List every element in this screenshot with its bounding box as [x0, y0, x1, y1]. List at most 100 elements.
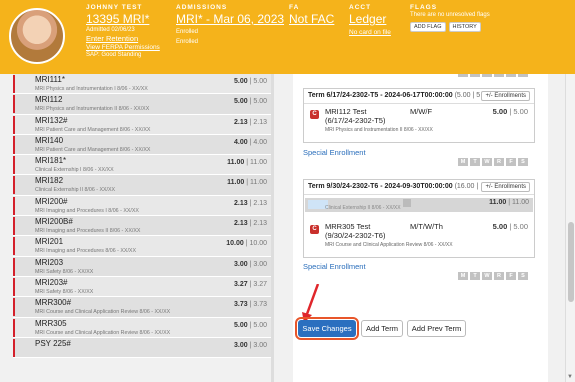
day-toggle[interactable]: F: [506, 272, 516, 280]
credits-earned: 5.00: [492, 222, 508, 231]
term-1-enrollments-button[interactable]: +/- Enrollments: [481, 91, 530, 101]
dragged-course-credits: 11.00 | 11.00: [489, 199, 529, 206]
course-sub: MRI Physics and Instrumentation II 8/06 …: [35, 106, 150, 113]
course-row[interactable]: MRR305 MRI Course and Clinical Applicatio…: [13, 317, 271, 338]
sap-status: SAP: Good Standing: [86, 52, 142, 58]
course-sub: MRI Course and Clinical Application Revi…: [35, 329, 171, 336]
credits-earned: 5.00: [234, 78, 248, 85]
course-sub: MRI Imaging and Procedures II 8/06 - XX/…: [35, 228, 141, 235]
special-enrollment-link-1[interactable]: Special Enrollment: [303, 148, 366, 157]
course-credits: 11.00 | 11.00: [227, 179, 267, 187]
day-toggle[interactable]: S: [518, 158, 528, 166]
scroll-down-icon[interactable]: ▼: [567, 374, 573, 380]
no-card-link[interactable]: No card on file: [349, 29, 391, 36]
credits-total: 3.00: [253, 341, 267, 349]
add-prev-term-button[interactable]: Add Prev Term: [407, 320, 466, 337]
page-scrollbar[interactable]: ▼: [565, 74, 575, 382]
scrollbar-thumb[interactable]: [568, 222, 574, 302]
student-id-link[interactable]: 13395 MRI*: [86, 12, 160, 26]
course-row[interactable]: MRI203# MRI Safety 8/06 - XX/XX 3.27 | 3.2…: [13, 276, 271, 298]
course-row[interactable]: MRI182 Clinical Externship II 8/06 - XX/X…: [13, 175, 271, 196]
course-row[interactable]: MRI140 MRI Patient Care and Management 8/…: [13, 134, 271, 156]
day-toggle[interactable]: M: [458, 272, 468, 280]
course-row[interactable]: MRI203 MRI Safety 8/06 - XX/XX 3.00 | 3.00: [13, 256, 271, 277]
course-credits: 11.00 | 11.00: [227, 159, 267, 167]
term-2-title: Term 9/30/24-2302-T6 - 2024-09-30T00:00:…: [308, 183, 453, 190]
day-toggle[interactable]: W: [482, 272, 492, 280]
course-sub: MRI Safety 8/06 - XX/XX: [35, 268, 94, 275]
course-row[interactable]: MRI132# MRI Patient Care and Management 8…: [13, 114, 271, 135]
days-row-mid: MTWRFS: [458, 158, 528, 166]
remove-icon[interactable]: [403, 199, 411, 207]
enrolled-status-1: Enrolled: [176, 29, 199, 35]
credits-earned: 2.13: [234, 118, 248, 126]
acct-column: ACCT Ledger No card on file: [349, 4, 391, 36]
term-2-course[interactable]: C MRR305 Test (9/30/24-2302-T6) MRI Cour…: [304, 220, 534, 250]
student-column: JOHNNY TEST 13395 MRI* Admitted 02/06/23…: [86, 4, 160, 58]
day-toggle[interactable]: R: [494, 272, 504, 280]
flags-column: FLAGS There are no unresolved flags ADD …: [410, 4, 490, 32]
credits-earned: 11.00: [227, 159, 245, 167]
course-row[interactable]: MRI181* Clinical Externship I 8/06 - XX/X…: [13, 155, 271, 176]
course-credits: 10.00 | 10.00: [226, 240, 267, 248]
course-credits: 5.00 | 5.00: [234, 78, 267, 85]
term-2-dragged-course[interactable]: Clinical Externship II 8/06 - XX/XX 11.0…: [305, 198, 533, 212]
course-list-scrollbar[interactable]: [271, 74, 274, 382]
ledger-link[interactable]: Ledger: [349, 12, 391, 26]
course-status-bar: [13, 115, 15, 134]
term-course-credits: 5.00 | 5.00: [492, 107, 528, 116]
course-row[interactable]: PSY 225# 3.00 | 3.00: [13, 337, 271, 359]
days-row-bottom: MTWRFS: [458, 272, 528, 280]
course-row[interactable]: MRI200# MRI Imaging and Procedures I 8/06…: [13, 195, 271, 217]
day-toggle[interactable]: M: [458, 158, 468, 166]
course-row[interactable]: MRI112 MRI Physics and Instrumentation II…: [13, 94, 271, 115]
special-enrollment-link-2[interactable]: Special Enrollment: [303, 262, 366, 271]
credits-total: 11.00: [250, 159, 267, 167]
course-row[interactable]: MRI201 MRI Imaging and Procedures 8/06 - …: [13, 236, 271, 257]
add-flag-button[interactable]: ADD FLAG: [410, 22, 446, 32]
course-credits: 2.13 | 2.13: [234, 118, 267, 126]
course-row[interactable]: MRI111* MRI Physics and Instrumentation I…: [13, 74, 271, 95]
day-toggle[interactable]: S: [518, 272, 528, 280]
credits-earned: 2.13: [234, 220, 248, 228]
course-name: MRI203#: [35, 277, 68, 287]
add-term-button[interactable]: Add Term: [361, 320, 403, 337]
flags-note: There are no unresolved flags: [410, 12, 490, 18]
course-row[interactable]: MRI200B# MRI Imaging and Procedures II 8/…: [13, 216, 271, 237]
course-credits: 2.13 | 2.13: [234, 220, 267, 228]
credits-total: 3.27: [253, 280, 267, 288]
term-course-title: MRI112 Test: [325, 107, 367, 116]
course-status-bar: [13, 217, 15, 236]
course-status-bar: [13, 318, 15, 337]
term-2-enrollments-button[interactable]: +/- Enrollments: [481, 182, 530, 192]
credits-earned: 3.00: [234, 260, 248, 268]
credits-total: 11.00: [250, 179, 267, 187]
course-status-bar: [13, 95, 15, 114]
fa-link[interactable]: Not FAC: [289, 12, 334, 26]
day-toggle[interactable]: R: [494, 158, 504, 166]
course-name: MRI182: [35, 176, 64, 186]
course-row[interactable]: MRR300# MRI Course and Clinical Applicati…: [13, 297, 271, 318]
day-toggle[interactable]: T: [470, 272, 480, 280]
term-1-title: Term 6/17/24-2302-T5 - 2024-06-17T00:00:…: [308, 92, 453, 99]
credits-total: 5.00: [513, 107, 528, 116]
course-credits: 5.00 | 5.00: [234, 321, 267, 329]
save-changes-button[interactable]: Save Changes: [295, 317, 359, 340]
day-toggle[interactable]: T: [470, 158, 480, 166]
history-button[interactable]: HISTORY: [448, 22, 481, 32]
term-course-days: M/T/W/Th: [410, 222, 443, 231]
student-name: JOHNNY TEST: [86, 4, 143, 11]
credits-earned: 5.00: [234, 321, 248, 329]
day-toggle[interactable]: W: [482, 158, 492, 166]
credits-total: 5.00: [253, 98, 267, 106]
ferpa-link[interactable]: View FERPA Permissions: [86, 44, 160, 51]
enrolled-status-2: Enrolled: [176, 39, 199, 45]
enter-retention-link[interactable]: Enter Retention: [86, 34, 160, 43]
term-course-sub: MRI Course and Clinical Application Revi…: [325, 242, 453, 248]
credits-total: 5.00: [253, 78, 267, 85]
term-1-course[interactable]: C MRI112 Test (6/17/24-2302-T5) MRI Phys…: [304, 105, 534, 135]
course-status-bar: [13, 156, 15, 175]
day-toggle[interactable]: F: [506, 158, 516, 166]
admission-link[interactable]: MRI* - Mar 06, 2023: [176, 12, 284, 26]
course-list: MRI111* MRI Physics and Instrumentation I…: [13, 74, 271, 382]
